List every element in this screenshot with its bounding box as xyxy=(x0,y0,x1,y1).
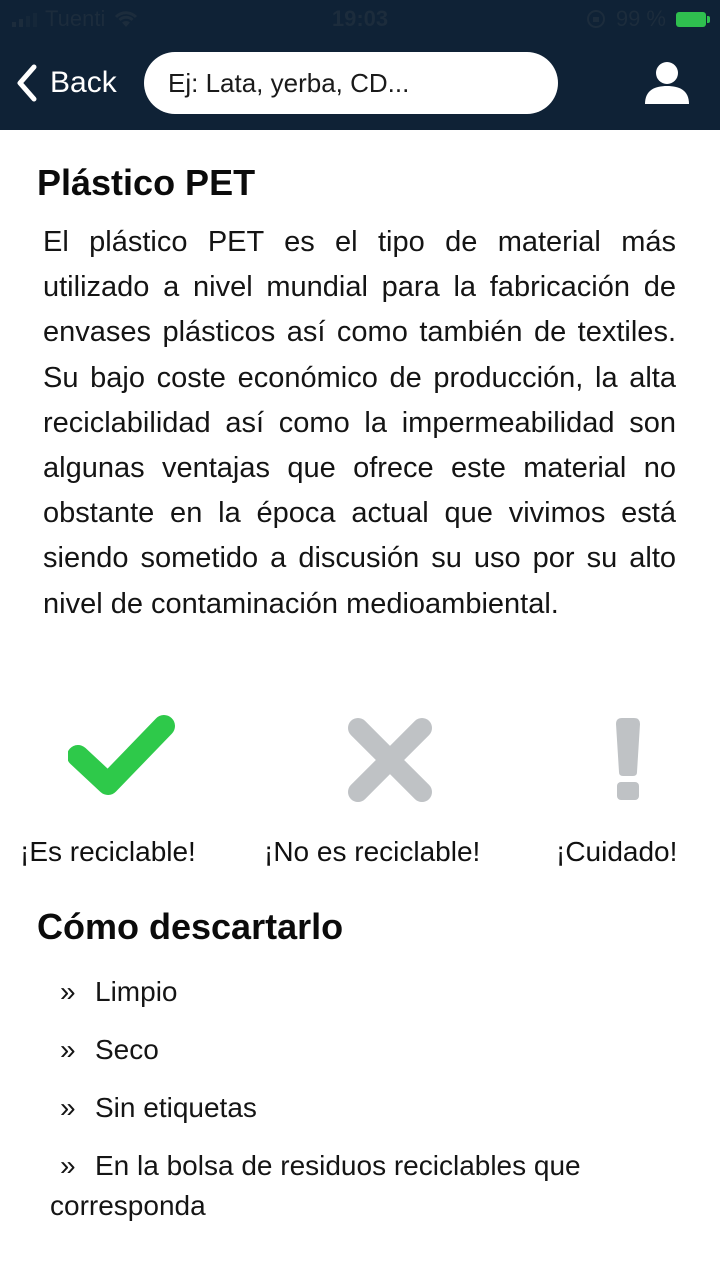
status-bar: Tuenti 19:03 99 % xyxy=(0,0,720,38)
material-description: El plástico PET es el tipo de material m… xyxy=(43,226,676,620)
list-item: » En la bolsa de residuos reciclables que… xyxy=(50,1146,670,1226)
check-icon xyxy=(68,715,175,795)
list-item: » Limpio xyxy=(50,972,670,1012)
app-header: Tuenti 19:03 99 % Back Ej: Lata, yerba, … xyxy=(0,0,720,130)
status-labels: ¡Es reciclable! ¡No es reciclable! ¡Cuid… xyxy=(0,836,720,880)
battery-icon xyxy=(676,11,710,27)
user-icon[interactable] xyxy=(642,58,692,108)
back-button[interactable]: Back xyxy=(14,58,117,108)
list-item: » Sin etiquetas xyxy=(50,1088,670,1128)
search-input[interactable]: Ej: Lata, yerba, CD... xyxy=(144,52,558,114)
page-title: Plástico PET xyxy=(37,162,256,203)
chevron-left-icon xyxy=(17,64,37,102)
back-label: Back xyxy=(50,66,117,99)
bullet: » xyxy=(60,1034,76,1065)
orientation-lock-icon xyxy=(586,10,605,28)
exclamation-icon xyxy=(616,718,640,800)
step-text: Limpio xyxy=(95,976,178,1007)
search-placeholder: Ej: Lata, yerba, CD... xyxy=(168,67,410,98)
step-text: En la bolsa de residuos reciclables que … xyxy=(50,1150,581,1221)
status-right: 99 % xyxy=(586,6,710,32)
list-item: » Seco xyxy=(50,1030,670,1070)
cross-icon xyxy=(348,718,432,802)
disposal-title: Cómo descartarlo xyxy=(37,906,344,947)
bullet: » xyxy=(60,976,76,1007)
step-text: Seco xyxy=(95,1034,159,1065)
recyclable-label: ¡Es reciclable! xyxy=(20,836,196,867)
not-recyclable-label: ¡No es reciclable! xyxy=(264,836,481,867)
bullet: » xyxy=(60,1092,76,1123)
caution-label: ¡Cuidado! xyxy=(556,836,678,867)
bullet: » xyxy=(60,1150,76,1181)
step-text: Sin etiquetas xyxy=(95,1092,257,1123)
status-icons xyxy=(0,714,720,814)
battery-percent: 99 % xyxy=(615,6,666,31)
